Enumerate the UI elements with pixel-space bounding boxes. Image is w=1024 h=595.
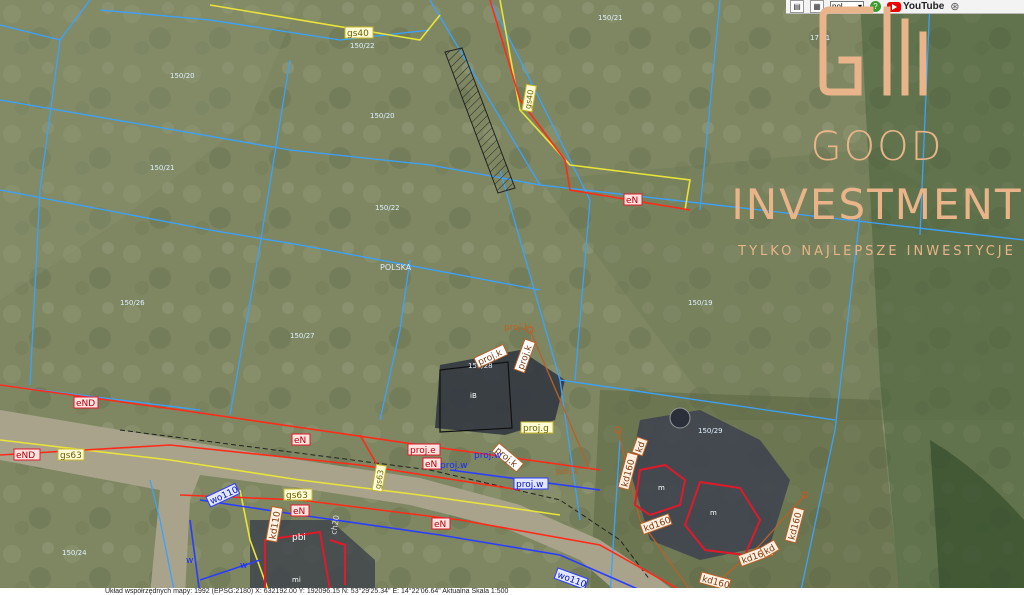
project-label: proj.w: [516, 480, 543, 490]
plot-number: 150/20: [370, 112, 395, 120]
building-label: m: [658, 484, 665, 492]
plot-number: 150/29: [698, 427, 723, 435]
project-label: proj.e: [410, 446, 436, 456]
youtube-link[interactable]: YouTube: [887, 1, 944, 12]
help-icon[interactable]: ?: [870, 1, 881, 12]
map-toolbar: ▤ ▦ pol ▾ ? YouTube ⊛: [786, 0, 1024, 14]
electric-label: eN: [425, 460, 437, 470]
map-canvas[interactable]: POLSKA 150/21 150/22 150/20 150/21 150/2…: [0, 0, 1024, 595]
building-label: iB: [470, 392, 477, 400]
electric-label: eN: [294, 436, 306, 446]
youtube-label: YouTube: [903, 1, 945, 12]
plot-number: 171/1: [810, 34, 830, 42]
legend-icon[interactable]: ▦: [810, 0, 824, 13]
plot-number: 150/24: [62, 549, 87, 557]
chevron-down-icon: ▾: [857, 2, 862, 11]
gas-label: gs63: [60, 451, 82, 461]
language-select[interactable]: pol ▾: [830, 1, 864, 12]
print-icon[interactable]: ▤: [790, 0, 804, 13]
electric-label: eN: [434, 520, 446, 530]
plot-number: 150/21: [150, 164, 175, 172]
language-value: pol: [832, 2, 843, 11]
plot-number: 150/26: [120, 299, 145, 307]
project-label: proj.g: [523, 424, 549, 434]
coordinate-statusbar: Układ współrzędnych mapy: 1992 (EPSG:218…: [0, 588, 1024, 595]
map-viewer[interactable]: POLSKA 150/21 150/22 150/20 150/21 150/2…: [0, 0, 1024, 595]
project-label: proj.k: [504, 323, 530, 333]
water-label: w: [240, 561, 247, 571]
water-label: w: [186, 556, 193, 566]
plot-number: 150/19: [688, 299, 713, 307]
plot-number: 150/27: [290, 332, 315, 340]
region-label: POLSKA: [380, 263, 412, 272]
electric-label: eN: [626, 196, 638, 206]
plot-number: 150/21: [598, 14, 623, 22]
plot-number: 150/20: [170, 72, 195, 80]
plot-number: 150/22: [350, 42, 375, 50]
plot-number: 150/22: [375, 204, 400, 212]
project-label: proj.k: [556, 467, 579, 476]
building-label: mi: [292, 576, 301, 584]
gas-label: gs40: [347, 29, 369, 39]
electric-label: eND: [76, 399, 95, 409]
electric-label: eND: [16, 451, 35, 461]
project-label: proj.w: [474, 451, 501, 461]
youtube-icon: [887, 1, 901, 12]
building-label: m: [710, 509, 717, 517]
building-label: pbi: [292, 533, 306, 543]
gas-label: gs63: [286, 491, 308, 501]
settings-icon[interactable]: ⊛: [950, 0, 959, 13]
electric-label: eN: [293, 507, 305, 517]
project-label: proj.w: [440, 461, 467, 471]
